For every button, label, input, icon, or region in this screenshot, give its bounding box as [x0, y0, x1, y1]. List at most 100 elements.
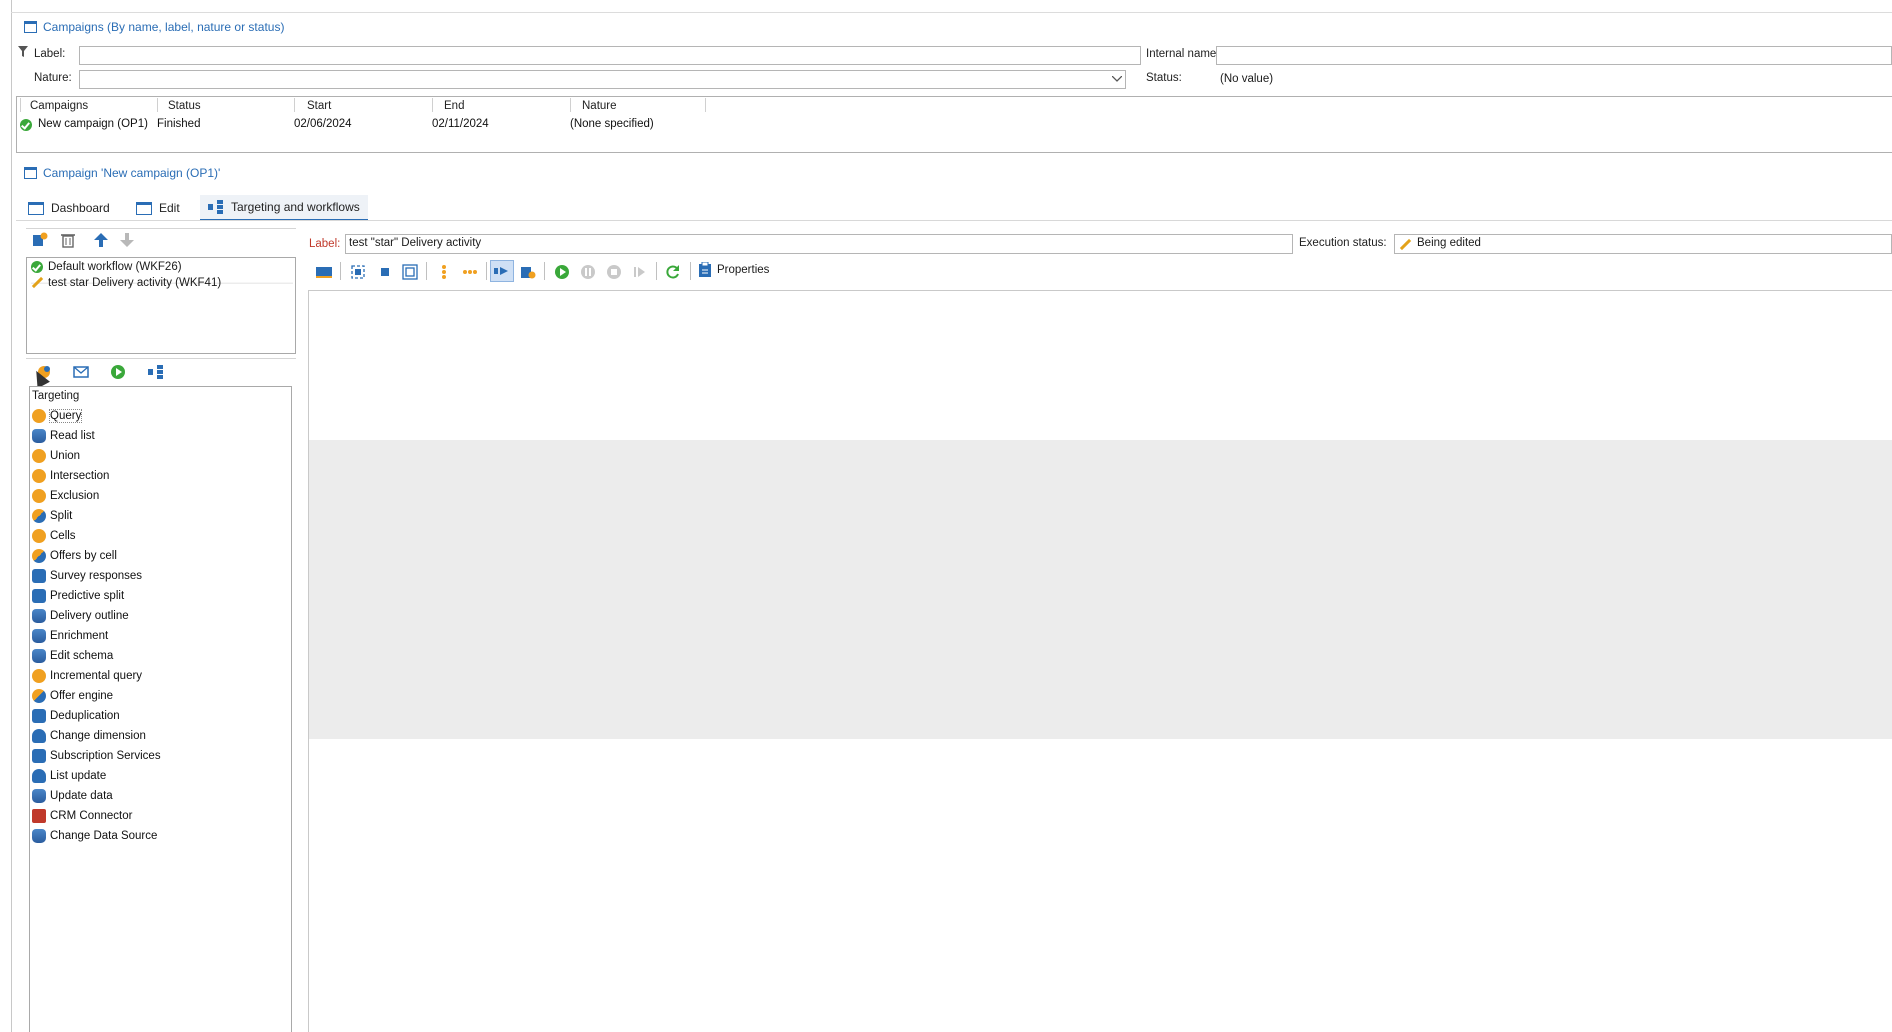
palette-item-enrichment[interactable]: Enrichment — [32, 626, 289, 645]
toggle-panel-icon[interactable] — [316, 264, 332, 280]
palette-item-intersection[interactable]: Intersection — [32, 466, 289, 485]
workflow-list: Default workflow (WKF26) test star Deliv… — [26, 257, 296, 354]
list-update-icon — [32, 768, 46, 783]
zoom-all-icon[interactable] — [402, 264, 418, 280]
refresh-icon[interactable] — [665, 264, 681, 280]
workflow-label: Default workflow (WKF26) — [48, 261, 182, 273]
palette-item-edit-schema[interactable]: Edit schema — [32, 646, 289, 665]
workflow-label-caption: Label: — [309, 238, 341, 250]
filter-icon — [18, 46, 28, 57]
clipboard-icon — [699, 262, 711, 277]
actions-palette-icon[interactable] — [148, 364, 164, 380]
tab-targeting-and-workflows[interactable]: Targeting and workflows — [200, 195, 368, 221]
palette-item-query[interactable]: Query — [32, 406, 289, 425]
execution-status-caption: Execution status: — [1299, 237, 1387, 249]
nature-select[interactable] — [79, 70, 1126, 89]
internal-name-input[interactable] — [1216, 46, 1892, 65]
palette-item-survey-responses[interactable]: Survey responses — [32, 566, 289, 585]
palette-heading: Targeting — [32, 390, 80, 402]
campaign-name-cell: New campaign (OP1) — [38, 118, 148, 130]
campaign-detail-header: Campaign 'New campaign (OP1)' — [24, 166, 220, 180]
cells-icon — [32, 528, 46, 543]
nature-caption: Nature: — [34, 72, 72, 84]
intersection-icon — [32, 468, 46, 483]
campaign-nature-cell: (None specified) — [570, 118, 654, 130]
list-item[interactable]: test star Delivery activity (WKF41) — [31, 277, 293, 289]
union-icon — [32, 448, 46, 463]
palette-item-crm-connector[interactable]: CRM Connector — [32, 806, 289, 825]
offer-engine-icon — [32, 688, 46, 703]
workflow-label-input[interactable]: test "star" Delivery activity — [345, 234, 1293, 254]
link-mode-icon — [494, 267, 508, 275]
step-icon[interactable] — [632, 264, 648, 280]
flow-control-palette-icon[interactable] — [110, 364, 126, 380]
palette-item-update-data[interactable]: Update data — [32, 786, 289, 805]
palette-item-incremental-query[interactable]: Incremental query — [32, 666, 289, 685]
column-header-end[interactable]: End — [444, 100, 464, 112]
split-icon — [32, 508, 46, 523]
stop-icon[interactable] — [606, 264, 622, 280]
predictive-split-icon — [32, 588, 46, 603]
pencil-icon — [1399, 239, 1411, 251]
column-header-status[interactable]: Status — [168, 100, 201, 112]
activity-palette: Targeting Query Read list Union Intersec… — [29, 386, 292, 1032]
tab-dashboard[interactable]: Dashboard — [20, 195, 118, 221]
palette-item-split[interactable]: Split — [32, 506, 289, 525]
tab-dashboard-label: Dashboard — [51, 201, 110, 215]
campaign-window-icon — [24, 167, 37, 179]
tab-edit[interactable]: Edit — [128, 195, 188, 221]
palette-item-union[interactable]: Union — [32, 446, 289, 465]
change-dimension-icon — [32, 728, 46, 743]
offers-by-cell-icon — [32, 548, 46, 563]
new-workflow-icon[interactable] — [32, 232, 48, 248]
palette-item-offer-engine[interactable]: Offer engine — [32, 686, 289, 705]
campaign-status-cell: Finished — [157, 118, 201, 130]
start-icon[interactable] — [554, 264, 570, 280]
campaign-search-title: Campaigns (By name, label, nature or sta… — [43, 20, 285, 34]
window-left-border — [11, 0, 12, 1032]
subscription-icon — [32, 748, 46, 763]
query-icon — [32, 408, 46, 423]
vertical-layout-icon[interactable] — [436, 264, 452, 280]
horizontal-layout-icon[interactable] — [462, 264, 478, 280]
workflow-label: test star Delivery activity (WKF41) — [48, 277, 222, 289]
palette-item-change-data-source[interactable]: Change Data Source — [32, 826, 289, 845]
read-list-icon — [32, 428, 46, 443]
palette-item-cells[interactable]: Cells — [32, 526, 289, 545]
delete-icon[interactable] — [60, 232, 76, 248]
palette-item-list-update[interactable]: List update — [32, 766, 289, 785]
properties-button[interactable]: Properties — [698, 262, 769, 278]
check-icon — [31, 261, 43, 273]
palette-item-change-dimension[interactable]: Change dimension — [32, 726, 289, 745]
palette-item-exclusion[interactable]: Exclusion — [32, 486, 289, 505]
column-header-start[interactable]: Start — [307, 100, 331, 112]
label-search-input[interactable] — [79, 46, 1141, 65]
crm-connector-icon — [32, 808, 46, 823]
status-caption: Status: — [1146, 72, 1182, 84]
workflow-icon — [208, 200, 223, 214]
pencil-icon — [31, 277, 43, 289]
palette-item-read-list[interactable]: Read list — [32, 426, 289, 445]
status-select[interactable]: (No value) — [1216, 70, 1892, 89]
properties-label: Properties — [717, 264, 770, 276]
palette-item-delivery-outline[interactable]: Delivery outline — [32, 606, 289, 625]
deduplication-icon — [32, 708, 46, 723]
link-mode-toggle[interactable] — [490, 260, 514, 282]
move-up-icon[interactable] — [93, 232, 109, 248]
palette-item-predictive-split[interactable]: Predictive split — [32, 586, 289, 605]
actual-size-icon[interactable] — [377, 264, 393, 280]
palette-item-deduplication[interactable]: Deduplication — [32, 706, 289, 725]
campaign-search-header: Campaigns (By name, label, nature or sta… — [24, 20, 284, 34]
zoom-fit-icon[interactable] — [350, 264, 366, 280]
chevron-down-icon[interactable] — [1112, 76, 1122, 82]
delivery-palette-icon[interactable] — [73, 364, 89, 380]
label-caption: Label: — [34, 48, 66, 60]
palette-item-offers-by-cell[interactable]: Offers by cell — [32, 546, 289, 565]
workflow-properties-icon[interactable] — [520, 264, 536, 280]
pause-icon[interactable] — [580, 264, 596, 280]
column-header-campaigns[interactable]: Campaigns — [30, 100, 88, 112]
list-item[interactable]: Default workflow (WKF26) — [31, 261, 182, 273]
move-down-icon[interactable] — [119, 232, 135, 248]
column-header-nature[interactable]: Nature — [582, 100, 617, 112]
palette-item-subscription-services[interactable]: Subscription Services — [32, 746, 289, 765]
